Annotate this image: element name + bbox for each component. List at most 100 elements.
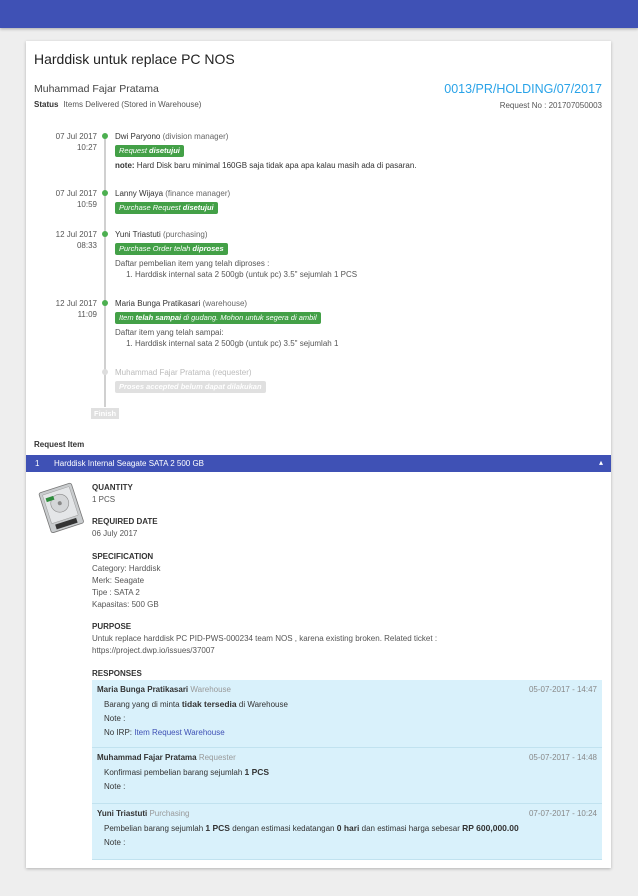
timeline-actor: Yuni Triastuti (purchasing) [115, 229, 357, 240]
status-badge: Purchase Request disetujui [115, 202, 218, 214]
response-note: Note : [104, 838, 126, 847]
message-text: Pembelian barang sejumlah [104, 824, 206, 833]
badge-text: Purchase Order telah [119, 244, 193, 253]
badge-text-post: di gudang. Mohon untuk segera di ambil [181, 313, 317, 322]
timeline-date: 12 Jul 2017 [55, 230, 97, 239]
collapse-caret-icon[interactable]: ▴ [599, 458, 603, 467]
responses-list: Maria Bunga Pratikasari Warehouse 05-07-… [92, 680, 602, 860]
timeline-body: Muhammad Fajar Pratama (requester) Prose… [115, 367, 266, 393]
item-name: Harddisk Internal Seagate SATA 2 500 GB [54, 459, 205, 468]
response-message: Pembelian barang sejumlah 1 PCS dengan e… [104, 823, 597, 834]
message-strong: RP 600,000.00 [462, 823, 519, 833]
response-note: Note : [104, 714, 126, 723]
timeline-actor: Dwi Paryono (division manager) [115, 131, 417, 142]
response-author: Maria Bunga Pratikasari Warehouse [97, 685, 597, 694]
timeline-actor: Lanny Wijaya (finance manager) [115, 188, 230, 199]
status-badge: Purchase Order telah diproses [115, 243, 228, 255]
list-item: Harddisk internal sata 2 500gb (untuk pc… [135, 338, 338, 349]
badge-text: Request [119, 146, 150, 155]
response-role: Requester [198, 753, 236, 762]
timeline-line [104, 135, 106, 407]
timeline-time: 10:27 [76, 143, 97, 152]
message-text: dengan estimasi kedatangan [229, 824, 337, 833]
actor-name: Lanny Wijaya [115, 189, 164, 198]
message-strong: 1 PCS [244, 767, 270, 777]
spec-tipe: Tipe : SATA 2 [92, 588, 140, 597]
timeline-date: 07 Jul 2017 [55, 189, 97, 198]
purpose-label: PURPOSE [92, 622, 132, 631]
actor-role: (division manager) [162, 132, 229, 141]
response-name: Muhammad Fajar Pratama [97, 753, 197, 762]
request-item-heading: Request Item [34, 440, 85, 449]
timeline-body: Maria Bunga Pratikasari (warehouse) Item… [115, 298, 338, 349]
timeline-date: 12 Jul 2017 [55, 299, 97, 308]
response-item: Yuni Triastuti Purchasing 07-07-2017 - 1… [92, 804, 602, 860]
response-author: Muhammad Fajar Pratama Requester [97, 753, 597, 762]
response-note: Note : [104, 782, 126, 791]
request-card: Harddisk untuk replace PC NOS Muhammad F… [26, 41, 611, 868]
item-header[interactable]: 1 Harddisk Internal Seagate SATA 2 500 G… [26, 455, 611, 472]
timeline-item-list: Daftar pembelian item yang telah diprose… [115, 258, 357, 280]
response-name: Yuni Triastuti [97, 809, 148, 818]
timeline-datetime: 12 Jul 2017 08:33 [26, 229, 97, 251]
item-number: 1 [35, 459, 40, 468]
irp-link[interactable]: Item Request Warehouse [134, 728, 224, 737]
spec-kapasitas: Kapasitas: 500 GB [92, 600, 159, 609]
specification-label: SPECIFICATION [92, 552, 154, 561]
page-title: Harddisk untuk replace PC NOS [34, 51, 235, 67]
status-value: Items Delivered (Stored in Warehouse) [63, 100, 202, 109]
responses-heading: RESPONSES [92, 668, 142, 680]
timeline-body: Dwi Paryono (division manager) Request d… [115, 131, 417, 171]
list-title: Daftar pembelian item yang telah diprose… [115, 259, 270, 268]
purpose-text: Untuk replace harddisk PC PID-PWS-000234… [92, 634, 438, 643]
specification-section: SPECIFICATION Category: Harddisk Merk: S… [92, 551, 160, 611]
spec-merk: Merk: Seagate [92, 576, 145, 585]
timeline-actor: Maria Bunga Pratikasari (warehouse) [115, 298, 338, 309]
timeline-time: 08:33 [76, 241, 97, 250]
actor-name: Dwi Paryono [115, 132, 161, 141]
response-time: 05-07-2017 - 14:48 [528, 753, 597, 762]
response-item: Muhammad Fajar Pratama Requester 05-07-2… [92, 748, 602, 804]
response-item: Maria Bunga Pratikasari Warehouse 05-07-… [92, 680, 602, 748]
message-text-post: di Warehouse [236, 700, 288, 709]
timeline-dot [102, 300, 108, 306]
requester-name: Muhammad Fajar Pratama [34, 83, 159, 95]
badge-text: Item [119, 313, 136, 322]
status-badge: Proses accepted belum dapat dilakukan [115, 381, 266, 393]
response-irp: No IRP: Item Request Warehouse [104, 727, 597, 738]
badge-strong: diproses [192, 244, 224, 253]
note-label: note: [115, 161, 135, 170]
timeline-note: note: Hard Disk baru minimal 160GB saja … [115, 160, 417, 171]
note-text: Hard Disk baru minimal 160GB saja tidak … [134, 161, 417, 170]
badge-strong: disetujui [149, 146, 180, 155]
list-item: Harddisk internal sata 2 500gb (untuk pc… [135, 269, 357, 280]
timeline-item-list: Daftar item yang telah sampai: Harddisk … [115, 327, 338, 349]
actor-role: (requester) [212, 368, 252, 377]
badge-strong: disetujui [182, 203, 214, 212]
response-time: 07-07-2017 - 10:24 [528, 809, 597, 818]
response-role: Warehouse [190, 685, 232, 694]
quantity-value: 1 PCS [92, 495, 116, 504]
required-date-section: REQUIRED DATE 06 July 2017 [92, 516, 158, 540]
actor-role: (warehouse) [202, 299, 248, 308]
timeline-body: Lanny Wijaya (finance manager) Purchase … [115, 188, 230, 214]
actor-name: Muhammad Fajar Pratama [115, 368, 211, 377]
message-strong: 1 PCS [205, 823, 230, 833]
response-message: Barang yang di minta tidak tersedia di W… [104, 699, 597, 710]
actor-name: Yuni Triastuti [115, 230, 161, 239]
app-top-bar [0, 0, 638, 28]
status-badge: Request disetujui [115, 145, 184, 157]
harddisk-icon [38, 482, 84, 533]
spec-category: Category: Harddisk [92, 564, 161, 573]
response-role: Purchasing [149, 809, 190, 818]
message-text: Barang yang di minta [104, 700, 182, 709]
message-text: dan estimasi harga sebesar [359, 824, 463, 833]
status-row: Status Items Delivered (Stored in Warehou… [34, 100, 201, 109]
timeline-time: 11:09 [77, 310, 97, 319]
list-title: Daftar item yang telah sampai: [115, 328, 224, 337]
timeline-dot [102, 133, 108, 139]
purpose-ticket-link: https://project.dwp.io/issues/37007 [92, 646, 215, 655]
badge-strong: telah sampai [135, 313, 182, 322]
required-date-label: REQUIRED DATE [92, 517, 158, 526]
timeline-date: 07 Jul 2017 [55, 132, 97, 141]
